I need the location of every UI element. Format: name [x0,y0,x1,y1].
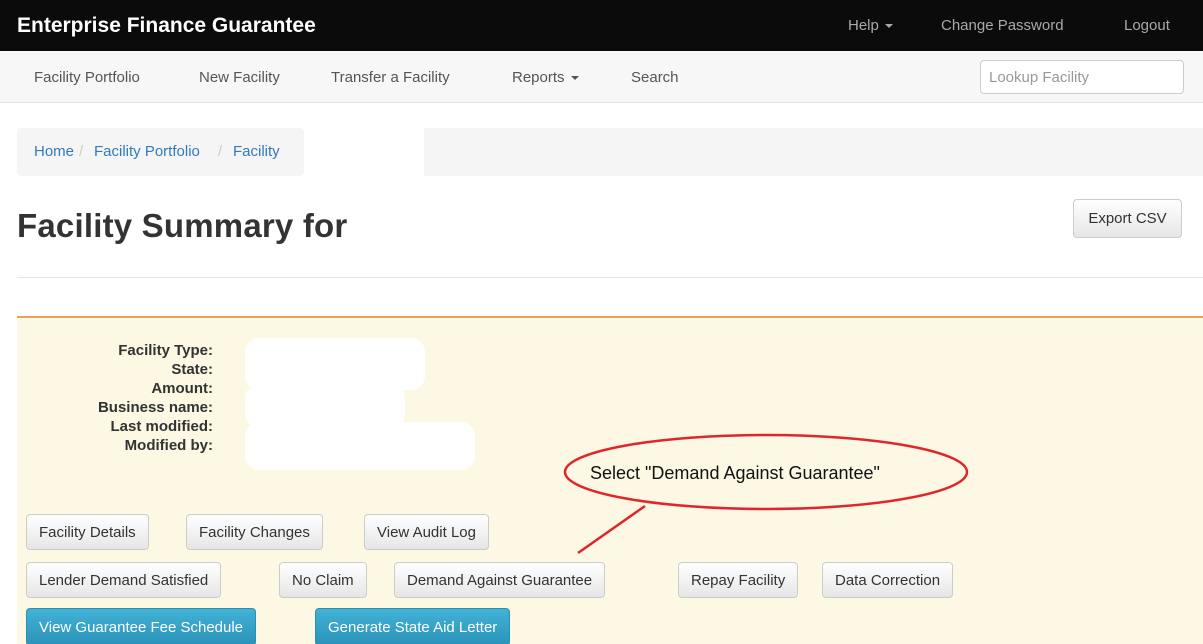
help-label: Help [848,17,879,34]
label-last-modified: Last modified: [110,418,213,435]
reports-label: Reports [512,69,565,86]
logout-link[interactable]: Logout [1124,17,1170,34]
chevron-down-icon [570,76,579,81]
lookup-facility-input[interactable] [980,60,1184,94]
lender-demand-satisfied-button[interactable]: Lender Demand Satisfied [26,562,222,598]
callout-text: Select "Demand Against Guarantee" [590,463,880,483]
chevron-down-icon [884,24,893,29]
facility-details-button[interactable]: Facility Details [26,514,149,550]
page-title: Facility Summary for [17,207,348,244]
nav-new-facility[interactable]: New Facility [199,69,280,86]
no-claim-button[interactable]: No Claim [279,562,367,598]
data-correction-button[interactable]: Data Correction [822,562,954,598]
nav-search[interactable]: Search [631,69,679,86]
breadcrumb: Home / Facility Portfolio / Facility [17,128,304,176]
nav-reports-menu[interactable]: Reports [512,69,579,86]
breadcrumb-facility[interactable]: Facility [233,143,280,160]
help-menu[interactable]: Help [848,17,893,34]
label-amount: Amount: [151,380,213,397]
secondary-navbar: Facility Portfolio New Facility Transfer… [0,51,1203,103]
nav-transfer-facility[interactable]: Transfer a Facility [331,69,450,86]
redacted-value [245,338,425,390]
generate-state-aid-letter-button[interactable]: Generate State Aid Letter [315,608,511,644]
breadcrumb-redacted-area [424,128,1203,176]
top-navbar: Enterprise Finance Guarantee Help Change… [0,0,1203,51]
label-state: State: [171,361,213,378]
view-audit-log-button[interactable]: View Audit Log [364,514,489,550]
change-password-link[interactable]: Change Password [941,17,1064,34]
nav-facility-portfolio[interactable]: Facility Portfolio [34,69,140,86]
app-brand[interactable]: Enterprise Finance Guarantee [17,14,316,38]
divider [17,277,1203,278]
label-facility-type: Facility Type: [118,342,213,359]
view-guarantee-fee-schedule-button[interactable]: View Guarantee Fee Schedule [26,608,257,644]
demand-against-guarantee-button[interactable]: Demand Against Guarantee [394,562,606,598]
breadcrumb-separator: / [218,143,223,160]
redacted-value [245,422,475,470]
breadcrumb-home[interactable]: Home [34,143,74,160]
label-business-name: Business name: [97,399,213,416]
breadcrumb-separator: / [79,143,84,160]
repay-facility-button[interactable]: Repay Facility [678,562,799,598]
facility-changes-button[interactable]: Facility Changes [186,514,323,550]
export-csv-button[interactable]: Export CSV [1073,199,1182,238]
breadcrumb-facility-portfolio[interactable]: Facility Portfolio [94,143,200,160]
label-modified-by: Modified by: [124,437,213,454]
